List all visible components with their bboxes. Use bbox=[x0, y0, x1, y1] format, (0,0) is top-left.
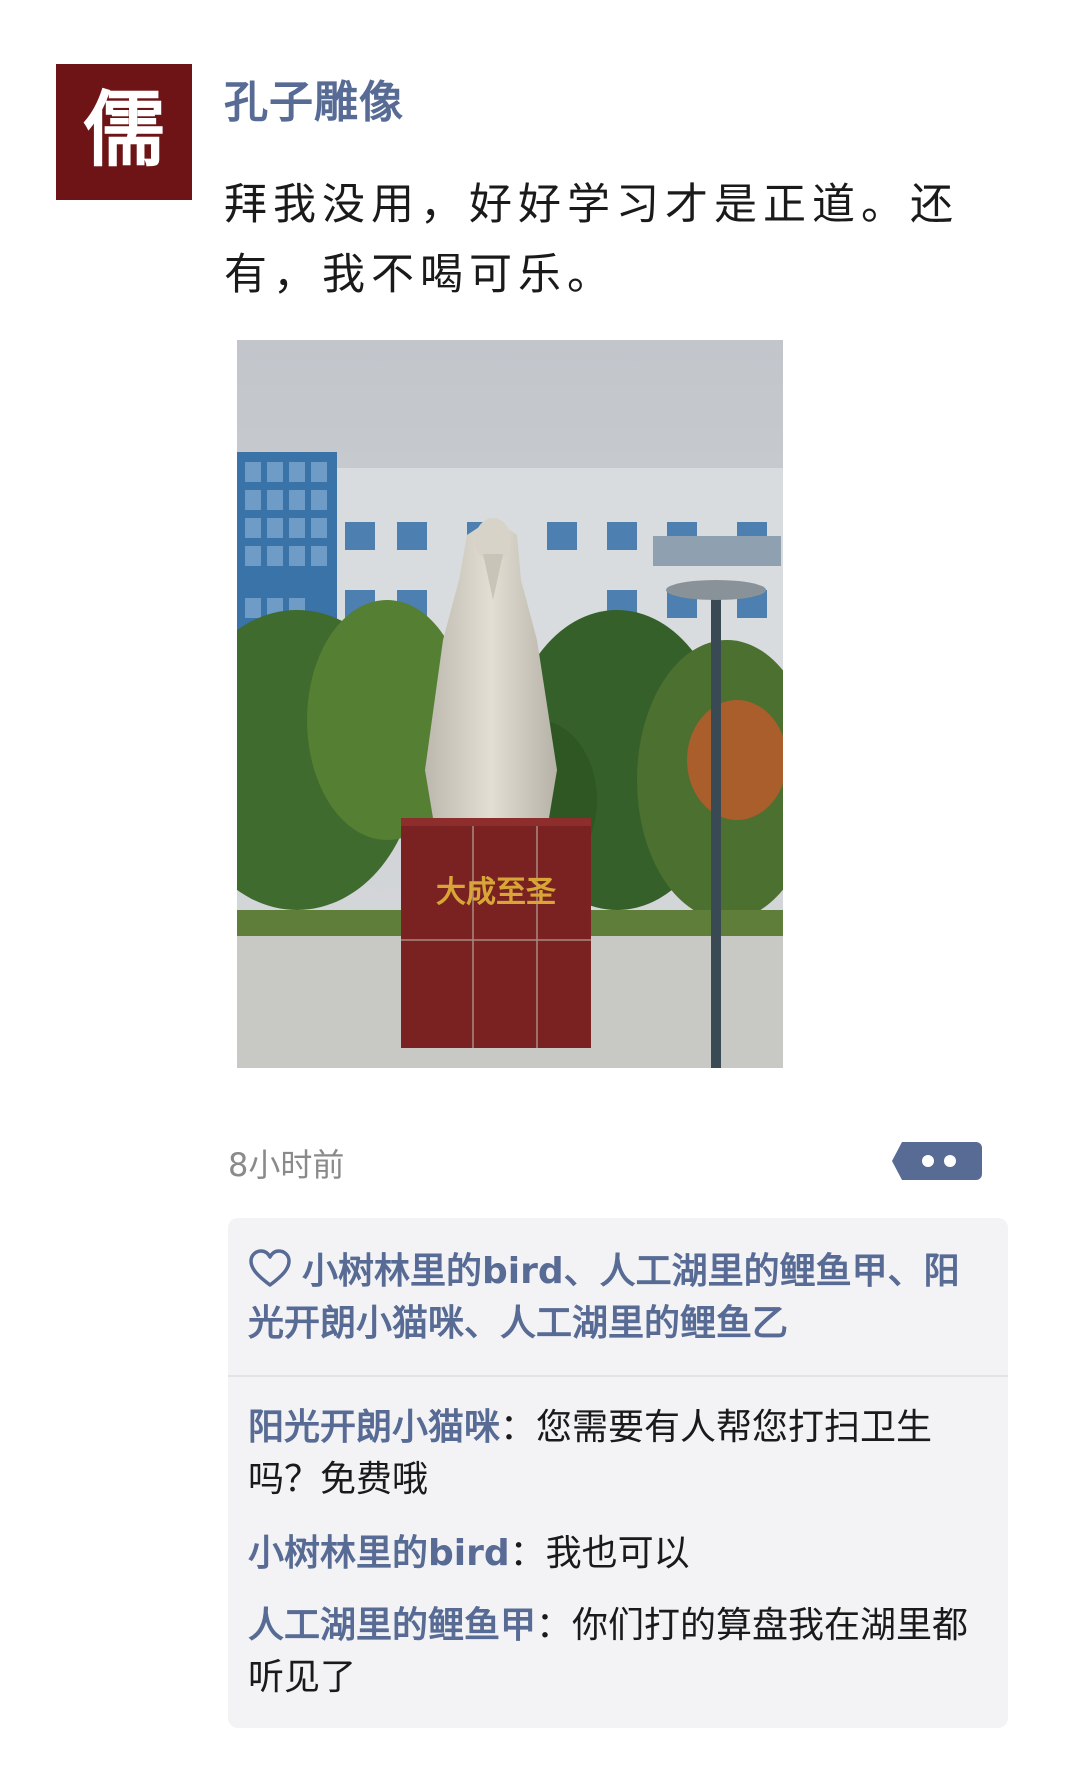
divider bbox=[228, 1375, 1008, 1377]
comment-author[interactable]: 人工湖里的鲤鱼甲 bbox=[248, 1605, 536, 1646]
comments-panel: 小树林里的bird、人工湖里的鲤鱼甲、阳光开朗小猫咪、人工湖里的鲤鱼乙 阳光开朗… bbox=[228, 1218, 1008, 1728]
comment-item[interactable]: 阳光开朗小猫咪：您需要有人帮您打扫卫生吗？免费哦 bbox=[248, 1402, 988, 1506]
heart-outline-icon bbox=[248, 1249, 292, 1289]
likes-list: 小树林里的bird、人工湖里的鲤鱼甲、阳光开朗小猫咪、人工湖里的鲤鱼乙 bbox=[248, 1246, 988, 1350]
comment-text: 我也可以 bbox=[545, 1533, 690, 1574]
pedestal-plaque: 大成至圣 bbox=[436, 875, 557, 910]
post-timestamp: 8小时前 bbox=[228, 1146, 345, 1184]
post-author-name[interactable]: 孔子雕像 bbox=[224, 66, 404, 130]
comment-author[interactable]: 阳光开朗小猫咪 bbox=[248, 1407, 500, 1448]
comment-separator: ： bbox=[500, 1407, 537, 1448]
post-photo[interactable]: 大成至圣 bbox=[237, 340, 783, 1068]
post-text: 拜我没用，好好学习才是正道。还有，我不喝可乐。 bbox=[224, 180, 959, 300]
comment-author[interactable]: 小树林里的bird bbox=[248, 1533, 510, 1574]
comment-item[interactable]: 人工湖里的鲤鱼甲：你们打的算盘我在湖里都听见了 bbox=[248, 1600, 988, 1704]
avatar-glyph: 儒 bbox=[82, 82, 165, 178]
likes-names[interactable]: 小树林里的bird、人工湖里的鲤鱼甲、阳光开朗小猫咪、人工湖里的鲤鱼乙 bbox=[248, 1251, 960, 1344]
comment-item[interactable]: 小树林里的bird：我也可以 bbox=[248, 1528, 988, 1580]
comment-separator: ： bbox=[536, 1605, 573, 1646]
comment-separator: ： bbox=[509, 1533, 546, 1574]
avatar[interactable]: 儒 bbox=[56, 64, 192, 200]
more-dots-icon[interactable] bbox=[892, 1142, 982, 1180]
